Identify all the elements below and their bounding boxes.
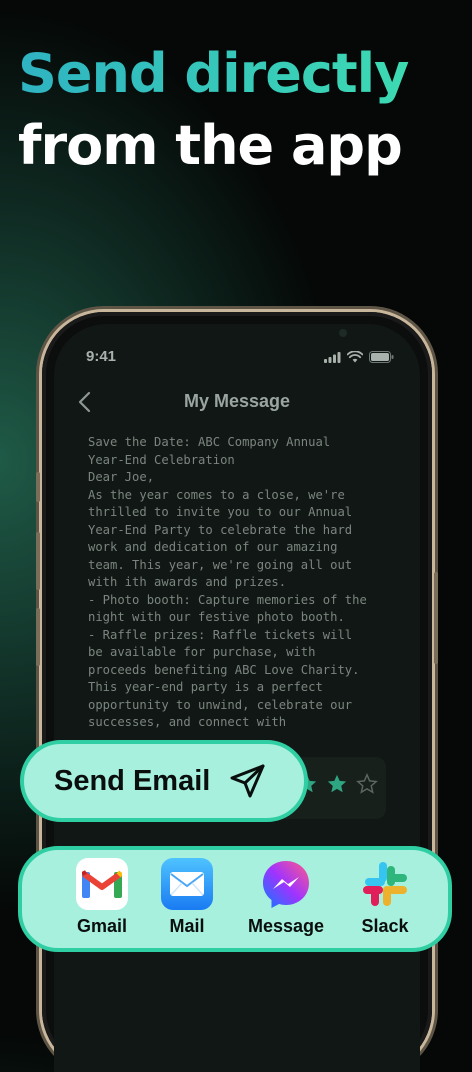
star-filled-icon[interactable] [326, 773, 348, 795]
share-mail[interactable]: Mail [147, 858, 227, 937]
mail-icon [161, 858, 213, 910]
share-slack-label: Slack [361, 916, 409, 936]
headline-line-2: from the app [18, 114, 403, 177]
nav-bar: My Message [54, 386, 420, 420]
send-email-button[interactable]: Send Email [20, 740, 308, 822]
phone-volume-down [36, 608, 40, 666]
share-message[interactable]: Message [246, 858, 326, 937]
share-message-label: Message [247, 916, 325, 936]
share-slack[interactable]: Slack [345, 858, 425, 937]
share-mail-label: Mail [169, 916, 205, 936]
message-body: Save the Date: ABC Company Annual Year-E… [88, 435, 367, 729]
share-app-bar: Gmail Mail Message Slack [18, 846, 452, 952]
share-gmail[interactable]: Gmail [62, 858, 142, 937]
messenger-icon [260, 858, 312, 910]
rating-stars [296, 773, 378, 795]
gmail-icon [76, 858, 128, 910]
battery-icon [369, 351, 394, 363]
wifi-icon [347, 351, 363, 363]
status-bar: 9:41 [54, 342, 420, 366]
phone-action-button [36, 472, 40, 502]
screen-title: My Message [183, 391, 291, 411]
send-email-label: Send Email [54, 764, 211, 797]
phone-screen: 9:41 My Message Save the Date: ABC Compa… [54, 324, 420, 1072]
phone-mockup: 9:41 My Message Save the Date: ABC Compa… [36, 312, 438, 1072]
slack-icon [359, 858, 411, 910]
headline: Send directly from the app [18, 38, 468, 182]
phone-volume-up [36, 532, 40, 590]
status-time: 9:41 [86, 348, 117, 365]
paper-plane-icon [230, 764, 265, 798]
camera-dot [339, 329, 347, 337]
phone-power-button [434, 572, 438, 664]
signal-icon [324, 351, 341, 363]
star-empty-icon[interactable] [356, 773, 378, 795]
headline-line-1: Send directly [18, 38, 468, 110]
share-gmail-label: Gmail [76, 916, 128, 936]
